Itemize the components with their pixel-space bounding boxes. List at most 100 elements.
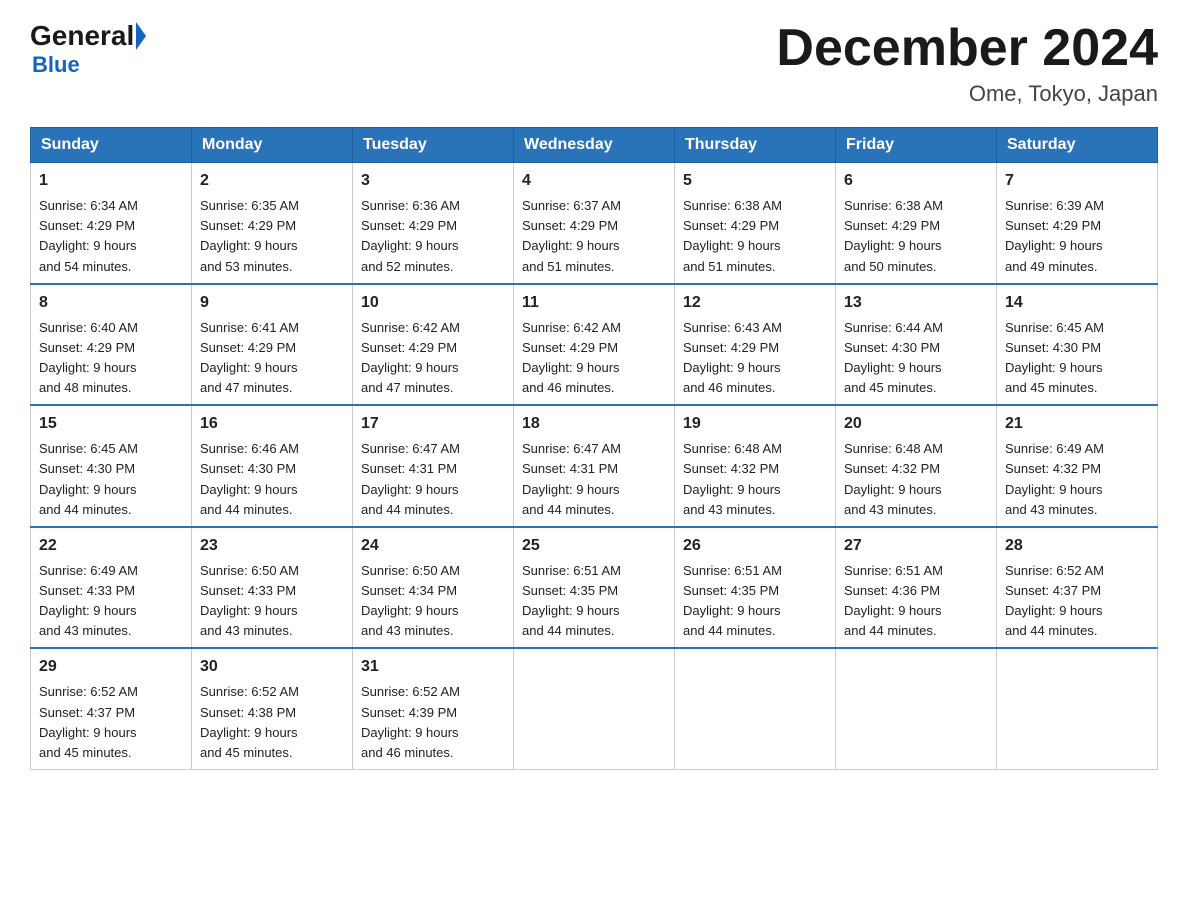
day-number: 27 xyxy=(844,534,988,558)
day-number: 5 xyxy=(683,169,827,193)
day-number: 20 xyxy=(844,412,988,436)
day-number: 15 xyxy=(39,412,183,436)
table-row: 15 Sunrise: 6:45 AMSunset: 4:30 PMDaylig… xyxy=(31,405,192,527)
table-row: 8 Sunrise: 6:40 AMSunset: 4:29 PMDayligh… xyxy=(31,284,192,406)
day-info: Sunrise: 6:51 AMSunset: 4:35 PMDaylight:… xyxy=(522,563,621,638)
calendar-week-row: 29 Sunrise: 6:52 AMSunset: 4:37 PMDaylig… xyxy=(31,648,1158,769)
day-info: Sunrise: 6:50 AMSunset: 4:33 PMDaylight:… xyxy=(200,563,299,638)
table-row: 12 Sunrise: 6:43 AMSunset: 4:29 PMDaylig… xyxy=(675,284,836,406)
day-number: 4 xyxy=(522,169,666,193)
day-number: 14 xyxy=(1005,291,1149,315)
table-row: 20 Sunrise: 6:48 AMSunset: 4:32 PMDaylig… xyxy=(836,405,997,527)
day-number: 25 xyxy=(522,534,666,558)
day-number: 23 xyxy=(200,534,344,558)
day-info: Sunrise: 6:48 AMSunset: 4:32 PMDaylight:… xyxy=(844,441,943,516)
table-row: 23 Sunrise: 6:50 AMSunset: 4:33 PMDaylig… xyxy=(192,527,353,649)
page-subtitle: Ome, Tokyo, Japan xyxy=(776,81,1158,107)
day-number: 29 xyxy=(39,655,183,679)
table-row: 24 Sunrise: 6:50 AMSunset: 4:34 PMDaylig… xyxy=(353,527,514,649)
table-row: 28 Sunrise: 6:52 AMSunset: 4:37 PMDaylig… xyxy=(997,527,1158,649)
day-number: 13 xyxy=(844,291,988,315)
table-row: 30 Sunrise: 6:52 AMSunset: 4:38 PMDaylig… xyxy=(192,648,353,769)
day-info: Sunrise: 6:45 AMSunset: 4:30 PMDaylight:… xyxy=(39,441,138,516)
col-friday: Friday xyxy=(836,128,997,163)
table-row: 25 Sunrise: 6:51 AMSunset: 4:35 PMDaylig… xyxy=(514,527,675,649)
table-row: 5 Sunrise: 6:38 AMSunset: 4:29 PMDayligh… xyxy=(675,163,836,284)
table-row xyxy=(514,648,675,769)
col-wednesday: Wednesday xyxy=(514,128,675,163)
day-number: 30 xyxy=(200,655,344,679)
calendar-week-row: 1 Sunrise: 6:34 AMSunset: 4:29 PMDayligh… xyxy=(31,163,1158,284)
table-row: 18 Sunrise: 6:47 AMSunset: 4:31 PMDaylig… xyxy=(514,405,675,527)
table-row: 10 Sunrise: 6:42 AMSunset: 4:29 PMDaylig… xyxy=(353,284,514,406)
table-row xyxy=(997,648,1158,769)
day-info: Sunrise: 6:52 AMSunset: 4:39 PMDaylight:… xyxy=(361,684,460,759)
day-info: Sunrise: 6:49 AMSunset: 4:32 PMDaylight:… xyxy=(1005,441,1104,516)
day-info: Sunrise: 6:51 AMSunset: 4:35 PMDaylight:… xyxy=(683,563,782,638)
title-area: December 2024 Ome, Tokyo, Japan xyxy=(776,20,1158,107)
day-info: Sunrise: 6:51 AMSunset: 4:36 PMDaylight:… xyxy=(844,563,943,638)
table-row: 29 Sunrise: 6:52 AMSunset: 4:37 PMDaylig… xyxy=(31,648,192,769)
day-number: 22 xyxy=(39,534,183,558)
day-info: Sunrise: 6:35 AMSunset: 4:29 PMDaylight:… xyxy=(200,198,299,273)
day-info: Sunrise: 6:47 AMSunset: 4:31 PMDaylight:… xyxy=(522,441,621,516)
col-tuesday: Tuesday xyxy=(353,128,514,163)
day-info: Sunrise: 6:44 AMSunset: 4:30 PMDaylight:… xyxy=(844,320,943,395)
logo-general: General xyxy=(30,20,134,52)
table-row: 13 Sunrise: 6:44 AMSunset: 4:30 PMDaylig… xyxy=(836,284,997,406)
day-info: Sunrise: 6:42 AMSunset: 4:29 PMDaylight:… xyxy=(522,320,621,395)
day-number: 3 xyxy=(361,169,505,193)
table-row: 31 Sunrise: 6:52 AMSunset: 4:39 PMDaylig… xyxy=(353,648,514,769)
day-number: 28 xyxy=(1005,534,1149,558)
table-row xyxy=(675,648,836,769)
day-info: Sunrise: 6:49 AMSunset: 4:33 PMDaylight:… xyxy=(39,563,138,638)
table-row: 9 Sunrise: 6:41 AMSunset: 4:29 PMDayligh… xyxy=(192,284,353,406)
table-row: 27 Sunrise: 6:51 AMSunset: 4:36 PMDaylig… xyxy=(836,527,997,649)
table-row: 6 Sunrise: 6:38 AMSunset: 4:29 PMDayligh… xyxy=(836,163,997,284)
day-number: 19 xyxy=(683,412,827,436)
calendar-week-row: 8 Sunrise: 6:40 AMSunset: 4:29 PMDayligh… xyxy=(31,284,1158,406)
day-info: Sunrise: 6:36 AMSunset: 4:29 PMDaylight:… xyxy=(361,198,460,273)
page-header: General Blue December 2024 Ome, Tokyo, J… xyxy=(30,20,1158,107)
table-row: 21 Sunrise: 6:49 AMSunset: 4:32 PMDaylig… xyxy=(997,405,1158,527)
col-monday: Monday xyxy=(192,128,353,163)
table-row: 17 Sunrise: 6:47 AMSunset: 4:31 PMDaylig… xyxy=(353,405,514,527)
day-number: 7 xyxy=(1005,169,1149,193)
day-info: Sunrise: 6:52 AMSunset: 4:37 PMDaylight:… xyxy=(1005,563,1104,638)
day-info: Sunrise: 6:39 AMSunset: 4:29 PMDaylight:… xyxy=(1005,198,1104,273)
day-number: 31 xyxy=(361,655,505,679)
logo-triangle-icon xyxy=(136,22,146,50)
day-number: 1 xyxy=(39,169,183,193)
col-thursday: Thursday xyxy=(675,128,836,163)
table-row: 16 Sunrise: 6:46 AMSunset: 4:30 PMDaylig… xyxy=(192,405,353,527)
day-number: 11 xyxy=(522,291,666,315)
day-number: 2 xyxy=(200,169,344,193)
day-info: Sunrise: 6:43 AMSunset: 4:29 PMDaylight:… xyxy=(683,320,782,395)
day-number: 16 xyxy=(200,412,344,436)
col-sunday: Sunday xyxy=(31,128,192,163)
day-number: 12 xyxy=(683,291,827,315)
calendar-week-row: 15 Sunrise: 6:45 AMSunset: 4:30 PMDaylig… xyxy=(31,405,1158,527)
day-info: Sunrise: 6:48 AMSunset: 4:32 PMDaylight:… xyxy=(683,441,782,516)
day-number: 10 xyxy=(361,291,505,315)
logo-text: General xyxy=(30,20,148,52)
day-number: 6 xyxy=(844,169,988,193)
table-row: 1 Sunrise: 6:34 AMSunset: 4:29 PMDayligh… xyxy=(31,163,192,284)
logo: General Blue xyxy=(30,20,148,78)
page-title: December 2024 xyxy=(776,20,1158,77)
day-info: Sunrise: 6:37 AMSunset: 4:29 PMDaylight:… xyxy=(522,198,621,273)
table-row: 19 Sunrise: 6:48 AMSunset: 4:32 PMDaylig… xyxy=(675,405,836,527)
table-row: 26 Sunrise: 6:51 AMSunset: 4:35 PMDaylig… xyxy=(675,527,836,649)
day-info: Sunrise: 6:52 AMSunset: 4:38 PMDaylight:… xyxy=(200,684,299,759)
col-saturday: Saturday xyxy=(997,128,1158,163)
calendar-table: Sunday Monday Tuesday Wednesday Thursday… xyxy=(30,127,1158,770)
day-number: 8 xyxy=(39,291,183,315)
table-row: 11 Sunrise: 6:42 AMSunset: 4:29 PMDaylig… xyxy=(514,284,675,406)
table-row: 7 Sunrise: 6:39 AMSunset: 4:29 PMDayligh… xyxy=(997,163,1158,284)
day-number: 26 xyxy=(683,534,827,558)
day-info: Sunrise: 6:46 AMSunset: 4:30 PMDaylight:… xyxy=(200,441,299,516)
day-info: Sunrise: 6:34 AMSunset: 4:29 PMDaylight:… xyxy=(39,198,138,273)
table-row: 14 Sunrise: 6:45 AMSunset: 4:30 PMDaylig… xyxy=(997,284,1158,406)
day-info: Sunrise: 6:45 AMSunset: 4:30 PMDaylight:… xyxy=(1005,320,1104,395)
day-info: Sunrise: 6:52 AMSunset: 4:37 PMDaylight:… xyxy=(39,684,138,759)
